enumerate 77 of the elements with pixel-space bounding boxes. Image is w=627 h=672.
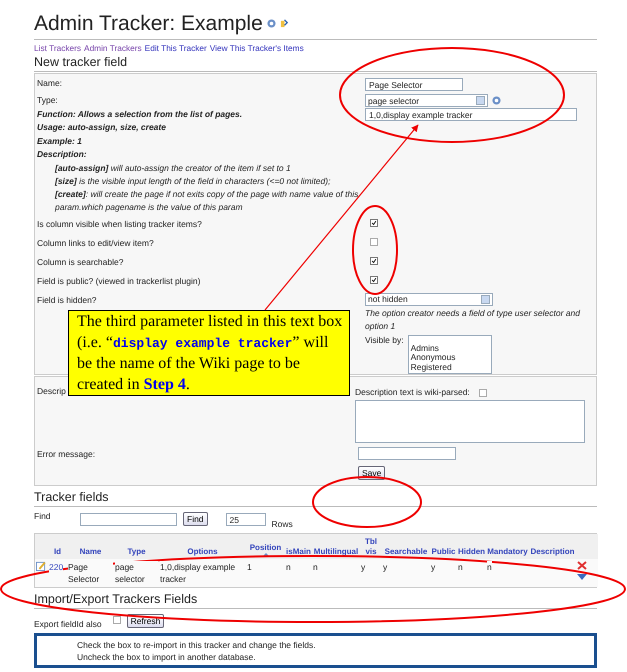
find-label: Find bbox=[34, 511, 52, 521]
nav-link[interactable]: Edit This Tracker bbox=[144, 43, 207, 54]
options-field[interactable]: 1,0,display example tracker bbox=[365, 108, 577, 121]
field-label: Error message: bbox=[37, 448, 96, 459]
find-field[interactable] bbox=[80, 513, 177, 526]
column-header[interactable]: Hidden bbox=[458, 547, 486, 557]
option-label: Field is public? (viewed in trackerlist plugin) bbox=[37, 274, 200, 286]
help-icon[interactable] bbox=[266, 19, 276, 28]
type-select[interactable]: page selector bbox=[365, 94, 488, 107]
edit-icon[interactable] bbox=[36, 561, 46, 571]
column-header[interactable]: Id bbox=[54, 547, 62, 557]
column-header[interactable]: Description bbox=[530, 547, 574, 557]
info-text: Check the box to re-import in this tracker and change the fields. bbox=[77, 639, 317, 651]
parameter-description: [auto-assign] will auto-assign the creator of the item if set to 1 bbox=[54, 162, 292, 175]
column-header[interactable]: isMain bbox=[286, 547, 311, 557]
export-label: Export fieldId also bbox=[34, 619, 102, 629]
column-header[interactable]: Tbl vis bbox=[360, 537, 382, 557]
table-cell: 1 bbox=[247, 561, 252, 573]
nav-link[interactable]: Admin Trackers bbox=[84, 43, 142, 54]
visibility-list[interactable]: Admins Anonymous Registered bbox=[408, 334, 492, 374]
description-heading: Description: bbox=[37, 148, 88, 162]
usage-text: Usage: auto-assign, size, create bbox=[37, 121, 167, 134]
hidden-select[interactable]: not hidden bbox=[365, 292, 493, 306]
table-cell[interactable]: 220 bbox=[49, 561, 64, 573]
checkbox[interactable] bbox=[478, 389, 487, 397]
checkbox[interactable] bbox=[370, 256, 378, 265]
rows-label: Rows bbox=[272, 519, 293, 529]
column-header[interactable]: Multilingual bbox=[314, 547, 358, 557]
description-textarea[interactable] bbox=[355, 400, 585, 443]
list-option[interactable]: Anonymous bbox=[410, 353, 489, 363]
delete-icon[interactable] bbox=[577, 561, 587, 570]
page-title: Admin Tracker: Example bbox=[34, 12, 263, 36]
section-heading: New tracker field bbox=[34, 54, 597, 72]
example-text: Example: 1 bbox=[37, 134, 83, 148]
error-message-field[interactable] bbox=[358, 447, 456, 460]
table-cell: Page Selector bbox=[68, 561, 113, 585]
parameter-description: [create]: will create the page if not exits copy of the page with name value of this param.which pagename is the value of this param bbox=[54, 188, 360, 214]
list-option[interactable]: Registered bbox=[410, 362, 489, 372]
info-text: Uncheck the box to import in another database. bbox=[77, 651, 257, 663]
nav-link[interactable]: List Trackers bbox=[34, 43, 82, 54]
section-heading: Tracker fields bbox=[34, 489, 597, 507]
function-text: Function: Allows a selection from the list of pages. bbox=[37, 108, 242, 121]
refresh-icon[interactable] bbox=[280, 19, 289, 28]
column-header[interactable]: Name bbox=[80, 547, 102, 557]
rows-field[interactable]: 25 bbox=[226, 513, 266, 526]
help-icon[interactable] bbox=[492, 96, 501, 105]
table-cell: page selector bbox=[115, 561, 158, 585]
option-note: The option creator needs a field of type user selector and option 1 bbox=[365, 306, 580, 333]
checkbox[interactable] bbox=[112, 616, 121, 624]
field-label: Visible by: bbox=[365, 334, 404, 345]
column-header[interactable]: Type bbox=[127, 547, 146, 557]
field-label: Type: bbox=[37, 94, 58, 105]
column-header[interactable]: Options bbox=[187, 547, 218, 557]
option-label: Column is searchable? bbox=[37, 256, 124, 267]
checkbox[interactable] bbox=[370, 238, 378, 246]
checkbox[interactable] bbox=[370, 218, 378, 227]
sort-icon[interactable] bbox=[262, 553, 270, 557]
field-label: Descrip bbox=[37, 385, 66, 396]
down-arrow-icon[interactable] bbox=[577, 574, 587, 580]
table-cell: n bbox=[487, 561, 492, 573]
find-button[interactable]: Find bbox=[183, 512, 208, 526]
field-label: Name: bbox=[37, 77, 62, 88]
option-label: Is column visible when listing tracker items? bbox=[37, 218, 202, 229]
callout-note: The third parameter listed in this text box (i.e. “display example tracker” will be the name of the Wiki page to be created in Step 4. bbox=[68, 310, 350, 396]
column-header[interactable]: Position bbox=[250, 543, 282, 553]
list-option[interactable]: Admins bbox=[410, 344, 489, 354]
option-label: Field is hidden? bbox=[37, 294, 97, 305]
field-label: Description text is wiki-parsed: bbox=[355, 387, 470, 397]
parameter-description: [size] is the visible input length of the field in characters (<=0 not limited); bbox=[54, 174, 332, 188]
nav-link[interactable]: View This Tracker's Items bbox=[210, 43, 304, 54]
section-heading: Import/Export Trackers Fields bbox=[34, 591, 597, 609]
column-header[interactable]: Public bbox=[431, 547, 456, 557]
column-header[interactable]: Searchable bbox=[384, 547, 428, 557]
checkbox[interactable] bbox=[370, 276, 378, 284]
option-label: Column links to edit/view item? bbox=[37, 236, 154, 248]
column-header[interactable]: Mandatory bbox=[487, 547, 528, 557]
name-field[interactable]: Page Selector bbox=[365, 78, 463, 91]
